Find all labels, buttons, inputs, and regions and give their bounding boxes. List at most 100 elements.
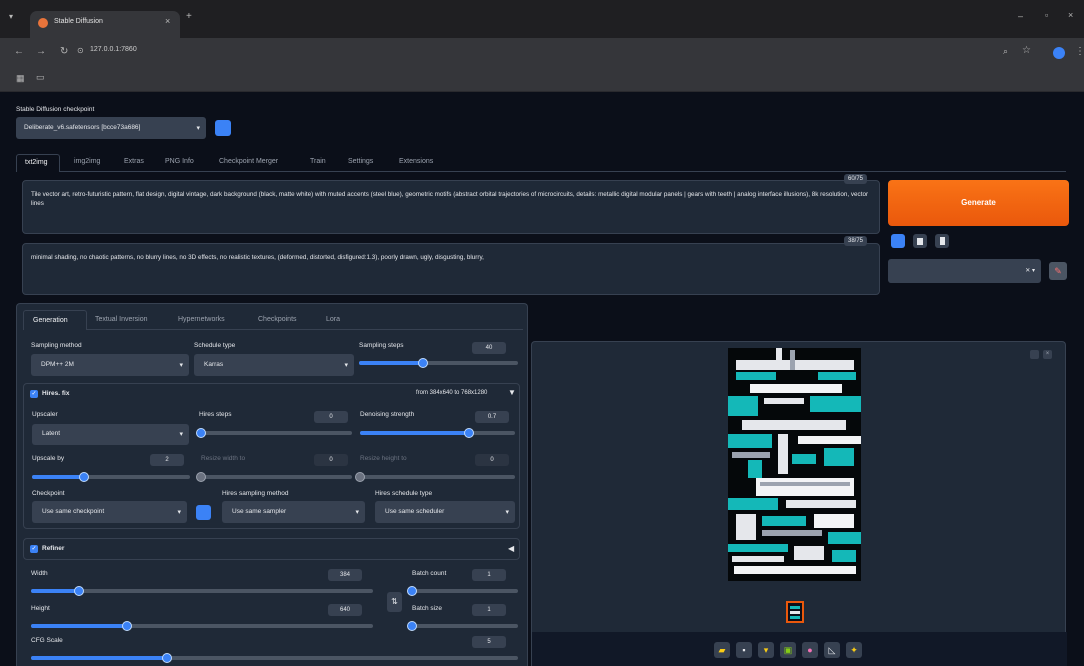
checkpoint-dropdown[interactable]: Deliberate_v6.safetensors [bcce73a686] ▾: [16, 117, 206, 139]
denoising-strength-slider[interactable]: [360, 428, 515, 438]
generate-button[interactable]: Generate: [888, 180, 1069, 226]
resize-height-slider[interactable]: [355, 472, 515, 482]
resize-width-slider[interactable]: [196, 472, 352, 482]
save-icon[interactable]: ▪: [736, 642, 752, 658]
hires-resize-info: from 384x640 to 768x1280: [416, 390, 488, 396]
hires-scheduler-dropdown[interactable]: Use same scheduler ▾: [375, 501, 515, 523]
url-text[interactable]: 127.0.0.1:7860: [90, 46, 137, 53]
clipboard-icon[interactable]: [935, 234, 949, 248]
tab-menu-icon[interactable]: ▾: [9, 12, 13, 21]
zip-icon[interactable]: ▾: [758, 642, 774, 658]
sampling-method-dropdown[interactable]: DPM++ 2M ▾: [31, 354, 189, 376]
negative-prompt-input[interactable]: minimal shading, no chaotic patterns, no…: [22, 243, 880, 295]
refiner-section[interactable]: ✓ Refiner ◀: [23, 538, 520, 560]
trash-icon[interactable]: [913, 234, 927, 248]
cfg-scale-input[interactable]: 5: [472, 636, 506, 648]
prompt-input[interactable]: Tile vector art, retro-futuristic patter…: [22, 180, 880, 234]
minimize-icon[interactable]: –: [1018, 11, 1023, 21]
hires-sampler-label: Hires sampling method: [222, 490, 289, 497]
styles-dropdown[interactable]: ✕ ▾: [888, 259, 1041, 283]
upscaler-dropdown[interactable]: Latent ▾: [32, 424, 189, 445]
close-preview-icon[interactable]: ×: [1043, 350, 1052, 359]
upscale-by-slider[interactable]: [32, 472, 190, 482]
app-root: ▾ Stable Diffusion × + – ▫ × ← → ↻ ⊙ 127…: [0, 0, 1084, 666]
generated-image[interactable]: [728, 348, 861, 581]
refresh-checkpoint-button[interactable]: [215, 120, 231, 136]
resize-width-input[interactable]: 0: [314, 454, 348, 466]
hires-fix-checkbox[interactable]: ✓: [30, 390, 38, 398]
back-icon[interactable]: ←: [14, 46, 24, 57]
main-tab-bar: txt2img img2img Extras PNG Info Checkpoi…: [16, 154, 1066, 172]
tab-settings[interactable]: Settings: [348, 158, 373, 165]
hires-steps-slider[interactable]: [196, 428, 352, 438]
tab-checkpoints[interactable]: Checkpoints: [258, 316, 297, 323]
folder-icon[interactable]: ▭: [36, 72, 45, 83]
send-to-inpaint-icon[interactable]: ●: [802, 642, 818, 658]
hires-steps-input[interactable]: 0: [314, 411, 348, 423]
image-thumbnail[interactable]: [786, 601, 804, 623]
reload-icon[interactable]: ↻: [60, 46, 68, 57]
browser-menu-icon[interactable]: ⋮: [1075, 46, 1084, 57]
refiner-checkbox[interactable]: ✓: [30, 545, 38, 553]
tab-textual-inversion[interactable]: Textual Inversion: [95, 316, 148, 323]
send-to-extras-icon[interactable]: ◺: [824, 642, 840, 658]
denoising-strength-input[interactable]: 0.7: [475, 411, 509, 423]
close-tab-icon[interactable]: ×: [165, 16, 170, 26]
address-bar: ← → ↻ ⊙ 127.0.0.1:7860 ⌕ ☆ ⋮: [0, 38, 1084, 68]
tab-extensions[interactable]: Extensions: [399, 158, 433, 165]
open-folder-icon[interactable]: ▰: [714, 642, 730, 658]
collapse-hires-icon[interactable]: ▼: [508, 388, 516, 397]
sampling-steps-slider[interactable]: [359, 358, 518, 368]
new-tab-icon[interactable]: +: [186, 11, 192, 22]
chevron-down-icon: ▾: [344, 362, 348, 369]
window-close-icon[interactable]: ×: [1068, 10, 1073, 20]
zoom-icon[interactable]: ⌕: [1003, 46, 1008, 57]
hires-sampler-dropdown[interactable]: Use same sampler ▾: [222, 501, 365, 523]
sampling-steps-input[interactable]: 40: [472, 342, 506, 354]
browser-tab[interactable]: Stable Diffusion ×: [30, 11, 180, 38]
hires-checkpoint-dropdown[interactable]: Use same checkpoint ▾: [32, 501, 187, 523]
tab-img2img[interactable]: img2img: [74, 158, 100, 165]
tab-checkpoint-merger[interactable]: Checkpoint Merger: [219, 158, 278, 165]
refresh-hires-checkpoint-button[interactable]: [196, 505, 211, 520]
resize-height-input[interactable]: 0: [475, 454, 509, 466]
width-slider[interactable]: [31, 586, 373, 596]
tab-png-info[interactable]: PNG Info: [165, 158, 194, 165]
tab-hypernetworks[interactable]: Hypernetworks: [178, 316, 225, 323]
bookmark-star-icon[interactable]: ☆: [1022, 45, 1031, 56]
batch-size-slider[interactable]: [407, 621, 518, 631]
hires-scheduler-label: Hires schedule type: [375, 490, 433, 497]
sub-tab-bar: Generation Textual Inversion Hypernetwor…: [23, 310, 523, 330]
upscale-icon[interactable]: ✦: [846, 642, 862, 658]
width-input[interactable]: 384: [328, 569, 362, 581]
tab-train[interactable]: Train: [310, 158, 326, 165]
send-to-img2img-icon[interactable]: ▣: [780, 642, 796, 658]
batch-count-slider[interactable]: [407, 586, 518, 596]
apps-grid-icon[interactable]: ▦: [16, 73, 25, 84]
schedule-type-dropdown[interactable]: Karras ▾: [194, 354, 354, 376]
maximize-icon[interactable]: ▫: [1045, 10, 1048, 20]
height-input[interactable]: 640: [328, 604, 362, 616]
chevron-down-icon: ▾: [179, 431, 183, 438]
profile-avatar[interactable]: [1053, 47, 1065, 59]
forward-icon[interactable]: →: [36, 46, 46, 57]
batch-count-input[interactable]: 1: [472, 569, 506, 581]
upscale-by-input[interactable]: 2: [150, 454, 184, 466]
generation-panel: Generation Textual Inversion Hypernetwor…: [16, 303, 528, 666]
tab-extras[interactable]: Extras: [124, 158, 144, 165]
cfg-scale-slider[interactable]: [31, 653, 518, 663]
restore-prompt-button[interactable]: [891, 234, 905, 248]
expand-refiner-icon[interactable]: ◀: [508, 544, 514, 553]
apply-style-icon[interactable]: ✎: [1049, 262, 1067, 280]
upscaler-label: Upscaler: [32, 411, 58, 418]
tab-txt2img[interactable]: txt2img: [16, 154, 60, 172]
tab-lora[interactable]: Lora: [326, 316, 340, 323]
batch-size-input[interactable]: 1: [472, 604, 506, 616]
swap-dimensions-icon[interactable]: ⇅: [387, 592, 402, 612]
height-slider[interactable]: [31, 621, 373, 631]
site-info-icon[interactable]: ⊙: [77, 46, 84, 55]
output-toolbar: ▰ ▪ ▾ ▣ ● ◺ ✦: [532, 632, 1067, 666]
upscale-by-label: Upscale by: [32, 455, 65, 462]
tab-generation[interactable]: Generation: [23, 310, 87, 330]
fullscreen-icon[interactable]: [1030, 350, 1039, 359]
